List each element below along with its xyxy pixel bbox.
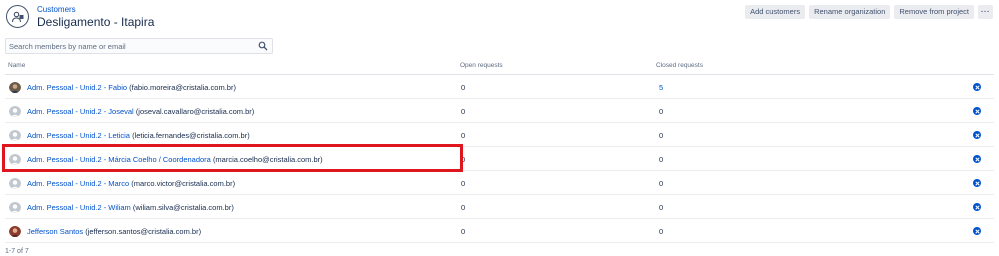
open-requests-count: 0 — [461, 227, 466, 236]
member-email: (marcia.coelho@cristalia.com.br) — [212, 155, 323, 164]
member-link[interactable]: Adm. Pessoal - Unid.2 - Joseval — [27, 107, 134, 116]
member-email: (marco.victor@cristalia.com.br) — [131, 179, 236, 188]
member-link[interactable]: Adm. Pessoal - Unid.2 - Wiliam — [27, 203, 131, 212]
open-requests-count: 0 — [461, 155, 466, 164]
member-link[interactable]: Adm. Pessoal - Unid.2 - Leticia — [27, 131, 130, 140]
default-avatar-icon — [9, 177, 21, 189]
member-link[interactable]: Adm. Pessoal - Unid.2 - Márcia Coelho / … — [27, 155, 211, 164]
closed-requests-count: 0 — [659, 155, 664, 164]
member-name: Adm. Pessoal - Unid.2 - Joseval (joseval… — [27, 107, 254, 116]
closed-requests-count: 0 — [659, 107, 664, 116]
open-requests-count: 0 — [461, 203, 466, 212]
open-requests-count: 0 — [461, 179, 466, 188]
table-row: Adm. Pessoal - Unid.2 - Joseval (joseval… — [5, 99, 994, 123]
remove-member-icon[interactable] — [973, 83, 981, 91]
rename-organization-button[interactable]: Rename organization — [809, 5, 891, 19]
open-requests-count: 0 — [461, 107, 466, 116]
closed-requests-count: 0 — [659, 179, 664, 188]
column-header-name: Name — [8, 62, 26, 69]
closed-requests-link[interactable]: 5 — [659, 83, 663, 92]
member-name: Adm. Pessoal - Unid.2 - Marco (marco.vic… — [27, 179, 235, 188]
breadcrumb-customers[interactable]: Customers — [37, 5, 76, 14]
add-customers-button[interactable]: Add customers — [745, 5, 806, 19]
member-name: Adm. Pessoal - Unid.2 - Wiliam (wiliam.s… — [27, 203, 234, 212]
column-header-open-requests: Open requests — [460, 62, 503, 69]
open-requests-count: 0 — [461, 83, 466, 92]
organization-avatar — [6, 5, 29, 28]
pagination-summary: 1-7 of 7 — [5, 248, 29, 255]
table-row: Adm. Pessoal - Unid.2 - Leticia (leticia… — [5, 123, 994, 147]
table-row: Adm. Pessoal - Unid.2 - Fabio (fabio.mor… — [5, 75, 994, 99]
remove-member-icon[interactable] — [973, 107, 981, 115]
page-title: Desligamento - Itapira — [37, 15, 155, 29]
organization-icon — [11, 11, 23, 22]
remove-member-icon[interactable] — [973, 203, 981, 211]
user-avatar-icon — [9, 225, 21, 237]
member-email: (wiliam.silva@cristalia.com.br) — [132, 203, 234, 212]
user-avatar-icon — [9, 81, 21, 93]
remove-from-project-button[interactable]: Remove from project — [894, 5, 974, 19]
column-header-closed-requests: Closed requests — [656, 62, 703, 69]
member-email: (jefferson.santos@cristalia.com.br) — [85, 227, 202, 236]
member-name: Adm. Pessoal - Unid.2 - Fabio (fabio.mor… — [27, 83, 236, 92]
member-name: Jefferson Santos (jefferson.santos@crist… — [27, 227, 201, 236]
open-requests-count: 0 — [461, 131, 466, 140]
member-name: Adm. Pessoal - Unid.2 - Leticia (leticia… — [27, 131, 250, 140]
remove-member-icon[interactable] — [973, 131, 981, 139]
remove-member-icon[interactable] — [973, 155, 981, 163]
closed-requests-count: 0 — [659, 131, 664, 140]
remove-member-icon[interactable] — [973, 227, 981, 235]
header-actions: Add customers Rename organization Remove… — [745, 5, 993, 19]
member-email: (joseval.cavallaro@cristalia.com.br) — [135, 107, 255, 116]
member-link[interactable]: Adm. Pessoal - Unid.2 - Marco — [27, 179, 129, 188]
table-row: Adm. Pessoal - Unid.2 - Márcia Coelho / … — [5, 147, 994, 171]
search-box — [5, 38, 273, 54]
more-actions-button[interactable]: ··· — [978, 5, 993, 19]
search-input[interactable] — [9, 40, 254, 52]
default-avatar-icon — [9, 201, 21, 213]
table-row: Adm. Pessoal - Unid.2 - Marco (marco.vic… — [5, 171, 994, 195]
default-avatar-icon — [9, 153, 21, 165]
page-header: Customers Desligamento - Itapira Add cus… — [0, 0, 999, 34]
search-icon[interactable] — [258, 41, 268, 51]
default-avatar-icon — [9, 105, 21, 117]
table-row: Adm. Pessoal - Unid.2 - Wiliam (wiliam.s… — [5, 195, 994, 219]
member-name: Adm. Pessoal - Unid.2 - Márcia Coelho / … — [27, 155, 323, 164]
member-link[interactable]: Jefferson Santos — [27, 227, 83, 236]
remove-member-icon[interactable] — [973, 179, 981, 187]
member-email: (fabio.moreira@cristalia.com.br) — [129, 83, 236, 92]
table-row: Jefferson Santos (jefferson.santos@crist… — [5, 219, 994, 243]
closed-requests-count: 0 — [659, 227, 664, 236]
member-link[interactable]: Adm. Pessoal - Unid.2 - Fabio — [27, 83, 127, 92]
member-email: (leticia.fernandes@cristalia.com.br) — [132, 131, 250, 140]
closed-requests-count: 0 — [659, 203, 664, 212]
default-avatar-icon — [9, 129, 21, 141]
